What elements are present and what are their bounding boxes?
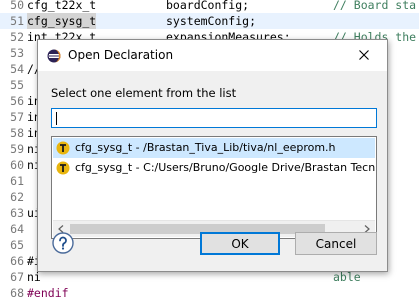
ok-button[interactable]: OK	[200, 232, 280, 255]
eclipse-app-icon	[47, 49, 61, 63]
line-number: 65	[10, 238, 24, 252]
line-number: 58	[10, 126, 24, 140]
line-number: 59	[10, 142, 24, 156]
element-list[interactable]: cfg_sysg_t - /Brastan_Tiva_Lib/tiva/nl_e…	[51, 136, 377, 239]
text-caret	[56, 112, 57, 125]
line-number: 61	[10, 174, 24, 188]
help-icon[interactable]	[52, 232, 74, 254]
dialog-titlebar: Open Declaration	[38, 40, 387, 71]
dialog-prompt: Select one element from the list	[51, 86, 237, 100]
code-token: boardConfig;	[166, 0, 250, 12]
cancel-button[interactable]: Cancel	[295, 232, 377, 255]
list-item[interactable]: cfg_sysg_t - C:/Users/Bruno/Google Drive…	[53, 158, 375, 178]
line-number: 54	[10, 62, 24, 76]
line-number: 53	[10, 46, 24, 60]
close-button[interactable]	[341, 40, 387, 70]
filter-input[interactable]	[51, 108, 377, 128]
code-line[interactable]: 51 cfg_sysg_t systemConfig;	[0, 13, 419, 29]
code-token: cfg_sysg_t	[27, 13, 97, 29]
line-number: 63	[10, 206, 24, 220]
line-number: 50	[10, 0, 24, 12]
code-comment: // Board sta	[333, 0, 417, 12]
list-item-label: cfg_sysg_t - C:/Users/Bruno/Google Drive…	[75, 161, 375, 174]
line-number: 56	[10, 94, 24, 108]
code-line[interactable]: 68 #endif	[0, 285, 419, 301]
list-item-label: cfg_sysg_t - /Brastan_Tiva_Lib/tiva/nl_e…	[75, 141, 336, 154]
line-number: 51	[10, 14, 24, 28]
typedef-icon	[56, 161, 70, 175]
scrollbar-thumb[interactable]	[70, 224, 325, 234]
code-token: cfg_t22x_t	[27, 0, 97, 12]
close-icon	[359, 50, 369, 60]
line-number: 52	[10, 30, 24, 44]
line-number: 67	[10, 270, 24, 284]
line-number: 68	[10, 286, 24, 300]
line-number: 62	[10, 190, 24, 204]
line-number: 57	[10, 110, 24, 124]
list-item[interactable]: cfg_sysg_t - /Brastan_Tiva_Lib/tiva/nl_e…	[53, 138, 375, 158]
line-number: 66	[10, 254, 24, 268]
code-token: #endif	[27, 286, 69, 300]
code-line[interactable]: 50 cfg_t22x_t boardConfig; // Board sta	[0, 0, 419, 13]
dialog-title: Open Declaration	[68, 48, 174, 62]
line-number: 64	[10, 222, 24, 236]
open-declaration-dialog: Open Declaration Select one element from…	[37, 39, 388, 272]
code-token: systemConfig;	[166, 14, 257, 28]
line-number: 60	[10, 158, 24, 172]
typedef-icon	[56, 141, 70, 155]
line-number: 55	[10, 78, 24, 92]
